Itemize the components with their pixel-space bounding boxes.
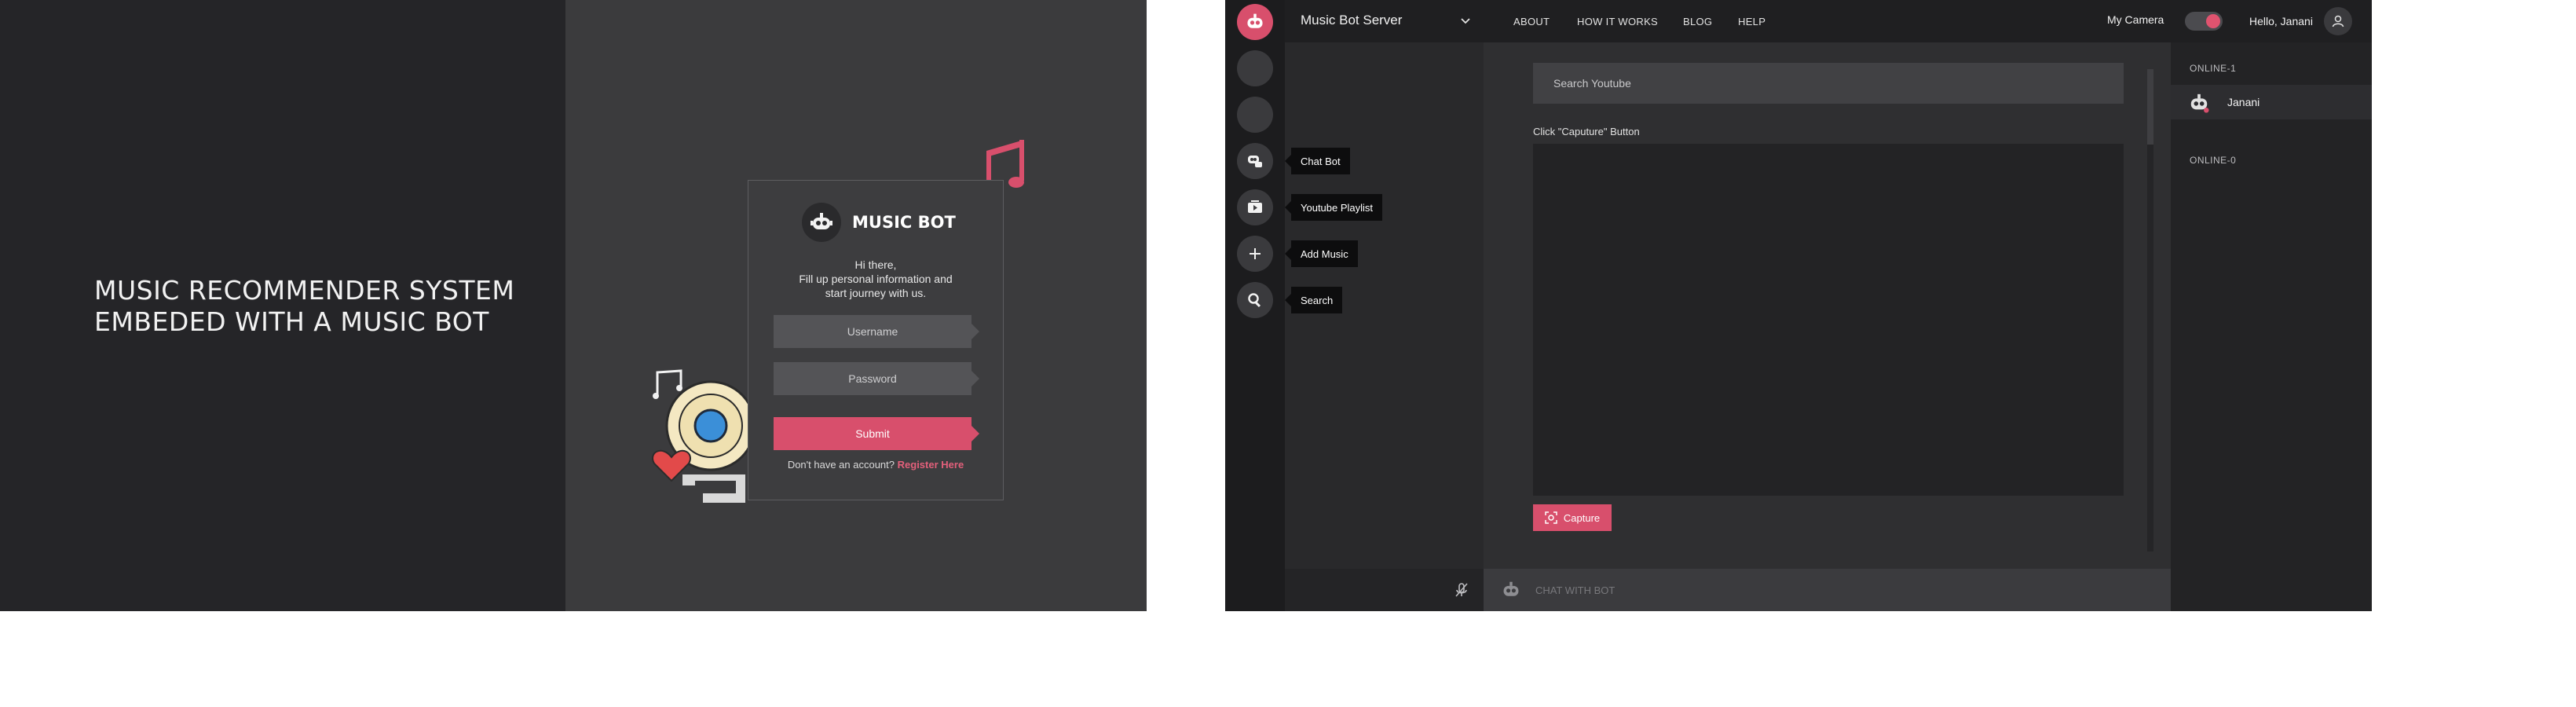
youtube-search-input[interactable]: Search Youtube [1533,63,2124,104]
chat-input[interactable]: CHAT WITH BOT [1535,584,1615,596]
members-column [2171,42,2372,611]
user-icon [2332,15,2344,27]
home-server-button[interactable] [1237,4,1273,40]
greeting-line-3: start journey with us. [825,287,927,299]
register-link[interactable]: Register Here [898,459,964,471]
login-card: MUSIC BOT Hi there, Fill up personal inf… [748,180,1004,500]
capture-icon [1545,511,1557,524]
server-button-1[interactable] [1237,50,1273,86]
capture-label: Capture [1563,511,1601,524]
app-screen: CHAT WITH BOT Music Bot Server ABOUT HOW… [1225,0,2372,611]
plus-icon [1250,248,1261,259]
member-row-janani[interactable]: Janani [2171,85,2372,119]
member-name: Janani [2227,96,2260,108]
username-field[interactable]: Username [774,315,979,348]
chat-bot-button[interactable] [1237,143,1273,179]
webcam-mascot-icon [652,369,756,503]
server-name: Music Bot Server [1301,13,1403,27]
chat-bar: CHAT WITH BOT [1484,569,2171,611]
bot-avatar-icon [1503,581,1519,596]
channel-footer [1285,569,1484,611]
camera-label: My Camera [2107,13,2164,26]
chat-bot-icon [1248,156,1262,167]
main-scrollbar[interactable] [2147,69,2153,551]
user-greeting: Hello, Janani [2249,15,2313,27]
server-button-2[interactable] [1237,97,1273,133]
robot-logo-icon [1247,13,1263,28]
login-hero-panel: MUSIC RECOMMENDER SYSTEM EMBEDED WITH A … [0,0,565,611]
search-button[interactable] [1237,282,1273,318]
chevron-down-icon[interactable] [1459,15,1472,27]
member-avatar-icon [2190,93,2209,113]
capture-button[interactable]: Capture [1533,504,1612,531]
toggle-knob [2206,14,2220,28]
register-line: Don't have an account? Register Here [748,459,1003,471]
scroll-thumb[interactable] [2147,69,2153,145]
headline-line-2: EMBEDED WITH A MUSIC BOT [94,306,489,337]
logo-badge [802,203,841,242]
microphone-muted-icon[interactable] [1453,581,1470,599]
online-header: ONLINE-1 [2190,63,2237,74]
greeting-line-1: Hi there, [854,258,897,271]
brand-title: MUSIC BOT [852,213,956,232]
nav-how-it-works[interactable]: HOW IT WORKS [1577,16,1658,27]
headline-line-1: MUSIC RECOMMENDER SYSTEM [94,275,515,306]
greeting-line-2: Fill up personal information and [799,273,953,285]
offline-header: ONLINE-0 [2190,155,2237,166]
tooltip-chat-bot: Chat Bot [1285,148,1350,174]
submit-button[interactable]: Submit [774,417,979,450]
tooltip-youtube-playlist: Youtube Playlist [1284,194,1383,221]
add-music-button[interactable] [1237,236,1273,272]
search-icon [1248,293,1261,308]
nav-about[interactable]: ABOUT [1513,16,1550,27]
camera-preview-area [1533,144,2124,496]
nav-blog[interactable]: BLOG [1683,16,1712,27]
login-screen: MUSIC RECOMMENDER SYSTEM EMBEDED WITH A … [0,0,1147,611]
youtube-playlist-button[interactable] [1237,189,1273,225]
camera-toggle[interactable] [2185,12,2223,31]
robot-logo-icon [810,213,832,229]
tooltip-add-music: Add Music [1285,240,1358,267]
capture-hint: Click "Caputure" Button [1533,126,1640,137]
server-rail [1225,0,1285,611]
tooltip-search: Search [1284,287,1343,313]
user-avatar-button[interactable] [2324,7,2352,35]
brand-row: MUSIC BOT [802,203,956,242]
playlist-icon [1248,200,1262,213]
register-prompt: Don't have an account? [787,459,895,471]
nav-help[interactable]: HELP [1738,16,1766,27]
login-form-panel: MUSIC BOT Hi there, Fill up personal inf… [565,0,1147,611]
password-field[interactable]: Password [774,362,979,395]
